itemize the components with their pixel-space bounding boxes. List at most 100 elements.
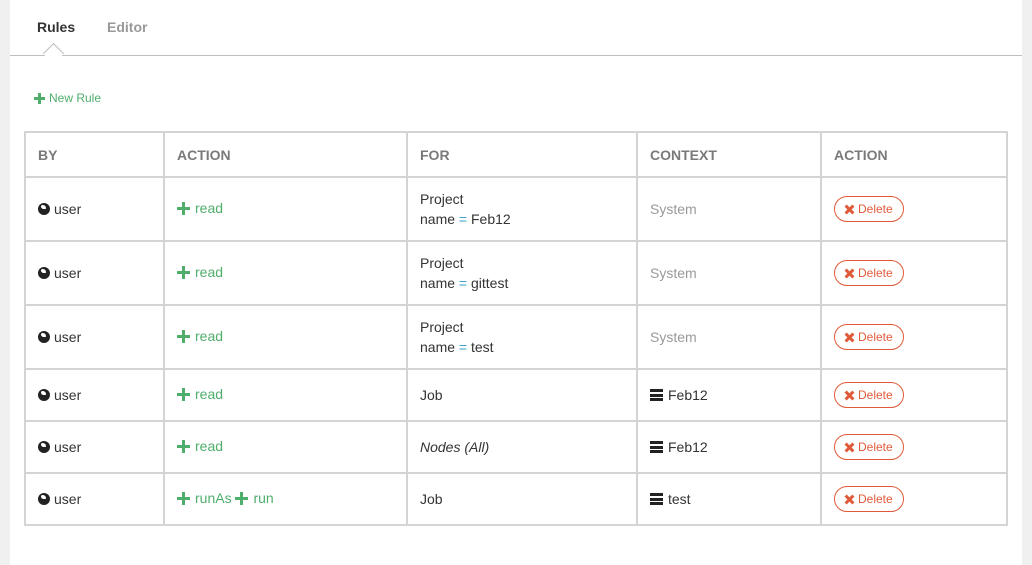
for-type: Job <box>420 387 443 403</box>
action-link[interactable]: read <box>177 438 223 454</box>
action-link[interactable]: read <box>177 200 223 216</box>
delete-label: Delete <box>858 440 893 454</box>
by-label: user <box>54 201 82 217</box>
cell-context: test <box>636 472 822 526</box>
cell-for: Project name = gittest <box>406 240 638 306</box>
header-action-delete: ACTION <box>820 131 1008 178</box>
action-link[interactable]: read <box>177 264 223 280</box>
for-type: Job <box>420 491 443 507</box>
action-label: runAs <box>195 490 232 507</box>
for-value: Feb12 <box>471 211 511 227</box>
header-for: FOR <box>406 131 638 178</box>
action-label: read <box>195 386 224 403</box>
cell-delete: Delete <box>820 240 1008 306</box>
cell-action: read <box>163 240 408 306</box>
globe-icon <box>38 493 50 505</box>
cell-by: user <box>24 304 165 370</box>
for-key: name <box>420 275 456 291</box>
by-label: user <box>54 387 82 403</box>
for-type: Project <box>420 319 464 335</box>
header-action: ACTION <box>163 131 408 178</box>
action-link[interactable]: read <box>177 386 223 402</box>
by-label: user <box>54 439 82 455</box>
context-label: System <box>650 201 697 217</box>
close-icon <box>845 269 854 278</box>
close-icon <box>845 443 854 452</box>
plus-icon <box>177 265 190 279</box>
cell-action: read <box>163 368 408 422</box>
new-rule-label: New Rule <box>49 91 102 105</box>
tab-bar: Rules Editor <box>10 0 1022 56</box>
plus-icon <box>177 387 190 401</box>
delete-label: Delete <box>858 266 893 280</box>
close-icon <box>845 495 854 504</box>
delete-label: Delete <box>858 202 893 216</box>
close-icon <box>845 333 854 342</box>
for-key: name <box>420 211 456 227</box>
plus-icon <box>177 439 190 453</box>
cell-context: System <box>636 304 822 370</box>
context-label: System <box>650 265 697 281</box>
delete-button[interactable]: Delete <box>834 382 904 408</box>
action-label: read <box>195 438 224 455</box>
table-header-row: BY ACTION FOR CONTEXT ACTION <box>24 131 1008 178</box>
globe-icon <box>38 441 50 453</box>
cell-context: Feb12 <box>636 420 822 474</box>
cell-action: read <box>163 304 408 370</box>
by-label: user <box>54 265 82 281</box>
server-icon <box>650 441 663 453</box>
action-label: read <box>195 328 224 345</box>
cell-delete: Delete <box>820 420 1008 474</box>
cell-delete: Delete <box>820 472 1008 526</box>
table-row: user read Project name = gittest System Delet… <box>24 240 1008 306</box>
for-operator: = <box>458 275 468 291</box>
rules-panel: Rules Editor New Rule BY ACTION FOR CONT… <box>10 0 1022 565</box>
action-label: read <box>195 264 224 281</box>
delete-button[interactable]: Delete <box>834 486 904 512</box>
cell-for: Job <box>406 472 638 526</box>
action-link[interactable]: runAs <box>177 490 232 506</box>
for-condition: name = test <box>420 337 624 357</box>
server-icon <box>650 389 663 401</box>
header-context: CONTEXT <box>636 131 822 178</box>
table-row: user read Job Feb12 Delete <box>24 368 1008 422</box>
by-label: user <box>54 491 82 507</box>
globe-icon <box>38 331 50 343</box>
delete-button[interactable]: Delete <box>834 196 904 222</box>
table-row: user runAs run Job test Delete <box>24 472 1008 526</box>
globe-icon <box>38 267 50 279</box>
close-icon <box>845 205 854 214</box>
action-link[interactable]: read <box>177 328 223 344</box>
context-label: System <box>650 329 697 345</box>
cell-by: user <box>24 472 165 526</box>
cell-delete: Delete <box>820 368 1008 422</box>
context-label: test <box>668 491 691 507</box>
delete-label: Delete <box>858 492 893 506</box>
for-type: Project <box>420 191 464 207</box>
action-label: run <box>253 490 274 507</box>
plus-icon <box>177 491 190 505</box>
delete-button[interactable]: Delete <box>834 260 904 286</box>
globe-icon <box>38 389 50 401</box>
action-link[interactable]: run <box>235 490 274 507</box>
delete-button[interactable]: Delete <box>834 434 904 460</box>
for-key: name <box>420 339 456 355</box>
cell-action: read <box>163 420 408 474</box>
table-row: user read Project name = Feb12 System Delete <box>24 176 1008 242</box>
cell-for: Project name = test <box>406 304 638 370</box>
tab-editor[interactable]: Editor <box>107 19 147 35</box>
plus-icon <box>177 201 190 215</box>
tab-rules[interactable]: Rules <box>37 19 75 35</box>
globe-icon <box>38 203 50 215</box>
delete-button[interactable]: Delete <box>834 324 904 350</box>
for-condition: name = gittest <box>420 273 624 293</box>
cell-by: user <box>24 420 165 474</box>
new-rule-button[interactable]: New Rule <box>34 91 101 105</box>
plus-icon <box>34 92 45 104</box>
by-label: user <box>54 329 82 345</box>
for-operator: = <box>458 339 468 355</box>
for-type: Project <box>420 255 464 271</box>
cell-context: Feb12 <box>636 368 822 422</box>
delete-label: Delete <box>858 330 893 344</box>
action-label: read <box>195 200 224 217</box>
